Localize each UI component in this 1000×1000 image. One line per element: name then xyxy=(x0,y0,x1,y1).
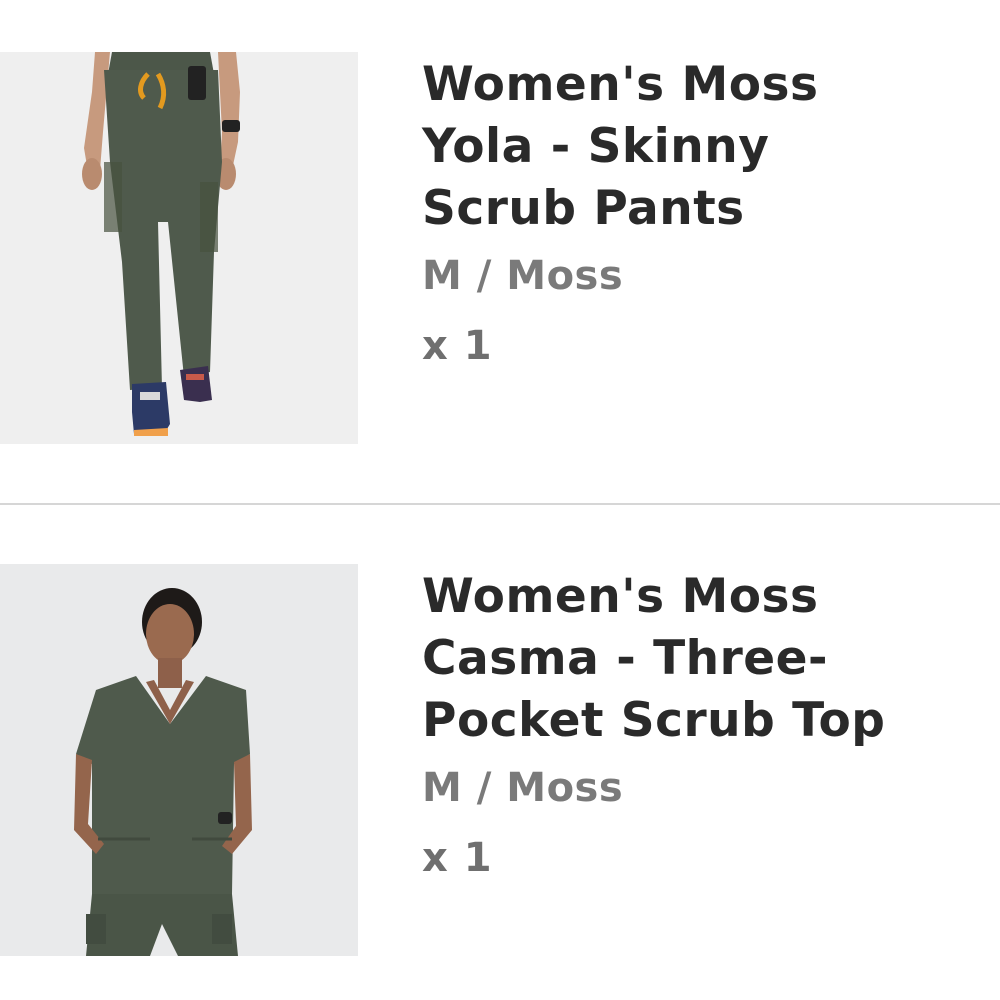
product-title[interactable]: Women's Moss Casma - Three- Pocket Scrub… xyxy=(422,564,982,752)
item-divider xyxy=(0,503,1000,505)
product-image[interactable] xyxy=(0,52,358,444)
cart-item-list: Women's Moss Yola - Skinny Scrub Pants M… xyxy=(0,0,1000,1000)
cart-item[interactable]: Women's Moss Casma - Three- Pocket Scrub… xyxy=(0,564,1000,956)
product-image[interactable] xyxy=(0,564,358,956)
product-quantity: x 1 xyxy=(422,323,493,369)
product-title[interactable]: Women's Moss Yola - Skinny Scrub Pants xyxy=(422,52,982,240)
product-quantity: x 1 xyxy=(422,835,493,881)
product-info: Women's Moss Yola - Skinny Scrub Pants M… xyxy=(422,52,982,371)
scrub-top-photo xyxy=(0,564,358,956)
cart-item[interactable]: Women's Moss Yola - Skinny Scrub Pants M… xyxy=(0,52,1000,444)
product-variant: M / Moss xyxy=(422,253,624,299)
product-variant: M / Moss xyxy=(422,765,624,811)
product-info: Women's Moss Casma - Three- Pocket Scrub… xyxy=(422,564,982,883)
scrub-pants-photo xyxy=(0,52,358,444)
